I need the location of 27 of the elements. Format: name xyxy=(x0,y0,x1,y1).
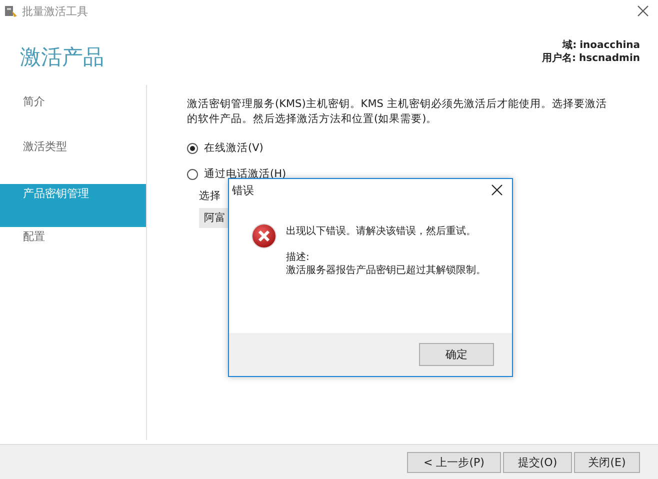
radio-button[interactable] xyxy=(187,168,198,180)
app-icon xyxy=(4,4,18,18)
close-icon xyxy=(491,184,503,196)
description-text: 激活密钥管理服务(KMS)主机密钥。KMS 主机密钥必须先激活后才能使用。选择要激活的软件产品。然后选择激活方法和位置(如果需要)。 xyxy=(187,97,608,127)
radio-label: 通过电话激活(H) xyxy=(204,167,286,181)
description-label: 描述: xyxy=(286,251,310,264)
user-label: 用户名: xyxy=(542,53,576,64)
ok-button[interactable]: 确定 xyxy=(419,343,494,366)
error-message: 出现以下错误。请解决该错误，然后重试。 xyxy=(286,225,477,238)
domain-label: 域: xyxy=(562,40,577,51)
dialog-title: 错误 xyxy=(232,182,254,198)
window-title: 批量激活工具 xyxy=(22,4,88,18)
page-title: 激活产品 xyxy=(20,44,104,71)
location-label: 选择 xyxy=(199,189,221,203)
sidebar-item[interactable]: 激活类型 xyxy=(0,139,146,184)
close-icon xyxy=(637,5,649,17)
sidebar-item[interactable]: 配置 xyxy=(0,229,146,274)
sidebar-item[interactable]: 简介 xyxy=(0,94,146,139)
error-description: 激活服务器报告产品密钥已超过其解锁限制。 xyxy=(286,264,486,277)
dialog-button[interactable]: 关闭(E) xyxy=(574,452,640,472)
dialog-button[interactable]: < 上一步(P) xyxy=(407,452,501,472)
error-icon xyxy=(251,223,277,249)
domain-value: inoacchina xyxy=(580,40,640,51)
dialog-button[interactable]: 提交(O) xyxy=(503,452,572,472)
radio-label: 在线激活(V) xyxy=(204,141,264,155)
radio-button[interactable] xyxy=(187,142,198,154)
user-value: hscnadmin xyxy=(579,53,640,64)
